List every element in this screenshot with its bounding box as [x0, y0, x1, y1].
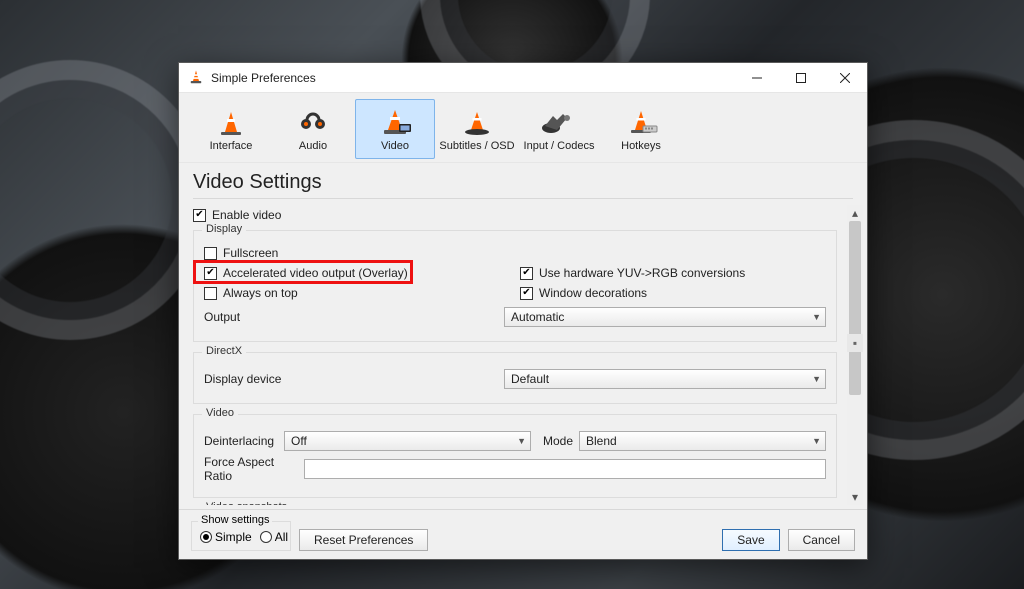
- yuv-rgb-checkbox[interactable]: Use hardware YUV->RGB conversions: [520, 266, 745, 280]
- vertical-scrollbar[interactable]: ▴ ▪ ▾: [847, 205, 863, 505]
- checkbox-icon: [204, 267, 217, 280]
- directx-legend: DirectX: [202, 345, 246, 357]
- display-group: Display Fullscreen Accelerated video out…: [193, 230, 837, 342]
- reset-preferences-button[interactable]: Reset Preferences: [299, 529, 428, 551]
- scroll-track[interactable]: [847, 221, 863, 489]
- force-aspect-ratio-input[interactable]: [304, 459, 826, 479]
- scroll-down-button[interactable]: ▾: [847, 489, 863, 505]
- maximize-button[interactable]: [779, 63, 823, 93]
- checkbox-icon: [520, 287, 533, 300]
- force-aspect-ratio-label: Force Aspect Ratio: [204, 455, 304, 483]
- radio-icon: [260, 531, 272, 543]
- display-device-label: Display device: [204, 372, 504, 386]
- fullscreen-checkbox[interactable]: Fullscreen: [204, 246, 278, 260]
- tab-interface[interactable]: Interface: [191, 99, 271, 159]
- page-title: Video Settings: [179, 163, 867, 198]
- scroll-marker: ▪: [847, 334, 863, 352]
- deinterlacing-mode-label: Mode: [543, 434, 573, 448]
- directx-group: DirectX Display device Default ▼: [193, 352, 837, 404]
- checkbox-icon: [204, 247, 217, 260]
- chevron-down-icon: ▼: [517, 436, 526, 446]
- scroll-thumb[interactable]: [849, 221, 861, 395]
- show-settings-all-radio[interactable]: All: [260, 530, 288, 544]
- enable-video-checkbox[interactable]: Enable video: [193, 208, 837, 222]
- scroll-up-button[interactable]: ▴: [847, 205, 863, 221]
- footer: Show settings Simple All Reset Preferenc…: [179, 509, 867, 559]
- settings-content: Enable video Display Fullscreen: [193, 205, 843, 505]
- radio-icon: [200, 531, 212, 543]
- app-icon: [187, 69, 205, 87]
- category-toolbar: Interface Audio Video Subtitles / OSD In…: [179, 93, 867, 163]
- chevron-down-icon: ▼: [812, 436, 821, 446]
- cancel-button[interactable]: Cancel: [788, 529, 855, 551]
- checkbox-icon: [520, 267, 533, 280]
- divider: [193, 198, 853, 199]
- checkbox-icon: [204, 287, 217, 300]
- chevron-down-icon: ▼: [812, 312, 821, 322]
- output-select[interactable]: Automatic ▼: [504, 307, 826, 327]
- deinterlacing-label: Deinterlacing: [204, 434, 284, 448]
- preferences-window: Simple Preferences Interface Audio Video…: [178, 62, 868, 560]
- video-group-legend: Video: [202, 407, 238, 419]
- close-button[interactable]: [823, 63, 867, 93]
- video-group: Video Deinterlacing Off ▼ Mode Blend ▼ F…: [193, 414, 837, 498]
- tab-input-codecs[interactable]: Input / Codecs: [519, 99, 599, 159]
- display-device-select[interactable]: Default ▼: [504, 369, 826, 389]
- tab-subtitles-osd[interactable]: Subtitles / OSD: [437, 99, 517, 159]
- tab-hotkeys[interactable]: Hotkeys: [601, 99, 681, 159]
- show-settings-group: Show settings Simple All: [191, 521, 291, 551]
- titlebar: Simple Preferences: [179, 63, 867, 93]
- output-label: Output: [204, 310, 504, 324]
- window-title: Simple Preferences: [211, 71, 316, 85]
- deinterlacing-mode-select[interactable]: Blend ▼: [579, 431, 826, 451]
- window-decorations-checkbox[interactable]: Window decorations: [520, 286, 647, 300]
- tab-video[interactable]: Video: [355, 99, 435, 159]
- show-settings-simple-radio[interactable]: Simple: [200, 530, 252, 544]
- video-snapshots-legend: Video snapshots: [202, 501, 291, 505]
- always-on-top-checkbox[interactable]: Always on top: [204, 286, 298, 300]
- deinterlacing-select[interactable]: Off ▼: [284, 431, 531, 451]
- save-button[interactable]: Save: [722, 529, 779, 551]
- checkbox-icon: [193, 209, 206, 222]
- show-settings-legend: Show settings: [198, 514, 272, 526]
- accelerated-video-output-checkbox[interactable]: Accelerated video output (Overlay): [204, 266, 408, 280]
- minimize-button[interactable]: [735, 63, 779, 93]
- chevron-down-icon: ▼: [812, 374, 821, 384]
- display-legend: Display: [202, 223, 246, 235]
- tab-audio[interactable]: Audio: [273, 99, 353, 159]
